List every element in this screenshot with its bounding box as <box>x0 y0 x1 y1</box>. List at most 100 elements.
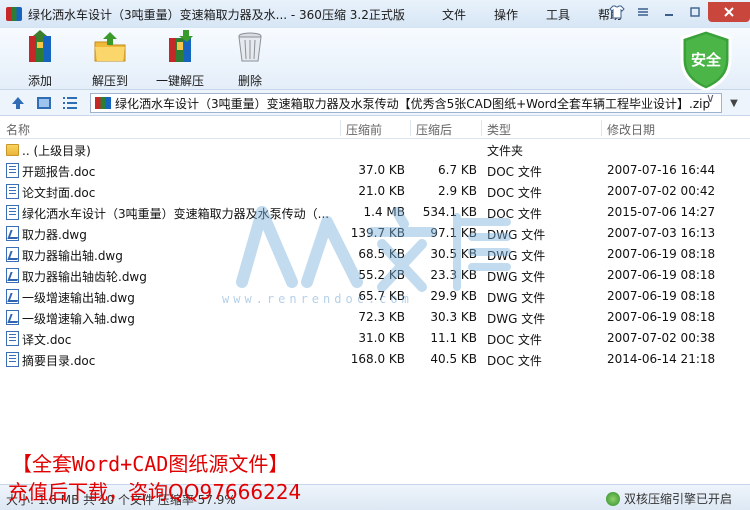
doc-icon <box>6 205 19 220</box>
minimize-button[interactable] <box>656 1 682 23</box>
col-name[interactable]: 名称 <box>6 121 30 138</box>
file-packed-size: 97.1 KB <box>430 226 477 240</box>
address-bar: 绿化洒水车设计（3吨重量）变速箱取力器及水泵传动【优秀含5张CAD图纸+Word… <box>0 90 750 116</box>
doc-icon <box>6 184 19 199</box>
file-date: 2007-06-19 08:18 <box>607 268 716 282</box>
one-click-extract-label: 一键解压 <box>155 74 204 88</box>
file-row[interactable]: 摘要目录.doc 168.0 KB 40.5 KB DOC 文件 2014-06… <box>0 349 750 370</box>
file-size: 168.0 KB <box>350 352 405 366</box>
file-packed-size: 2.9 KB <box>438 184 477 198</box>
file-packed-size: 6.7 KB <box>438 163 477 177</box>
toolbar: 添加 解压到 一键解压 删除 <box>0 28 750 90</box>
window-title: 绿化洒水车设计（3吨重量）变速箱取力器及水... - 360压缩 3.2正式版 <box>28 7 405 22</box>
file-date: 2015-07-06 14:27 <box>607 205 716 219</box>
column-headers: 名称 压缩前 压缩后 类型 修改日期 <box>0 117 750 139</box>
one-click-extract-icon <box>169 30 193 62</box>
large-icon-view-icon[interactable] <box>36 95 52 111</box>
up-arrow-icon[interactable] <box>10 95 26 111</box>
file-name: 一级增速输入轴.dwg <box>22 312 135 326</box>
file-packed-size: 11.1 KB <box>430 331 477 345</box>
file-type: DOC 文件 <box>487 354 542 368</box>
dwg-icon <box>6 289 19 304</box>
file-row[interactable]: 取力器输出轴.dwg 68.5 KB 30.5 KB DWG 文件 2007-0… <box>0 244 750 265</box>
engine-status[interactable]: 双核压缩引擎已开启 <box>605 490 732 507</box>
extract-folder-icon <box>94 32 126 62</box>
file-size: 68.5 KB <box>358 247 405 261</box>
file-size: 55.2 KB <box>358 268 405 282</box>
col-packed[interactable]: 压缩后 <box>416 121 452 138</box>
promo-banner-line1: 【全套Word+CAD图纸源文件】 <box>12 452 289 476</box>
watermark-url: www.renrendoc.com <box>222 292 413 306</box>
file-packed-size: 30.5 KB <box>430 247 477 261</box>
dwg-icon <box>6 247 19 262</box>
file-size: 21.0 KB <box>358 184 405 198</box>
file-name: 论文封面.doc <box>22 186 96 200</box>
file-row[interactable]: 论文封面.doc 21.0 KB 2.9 KB DOC 文件 2007-07-0… <box>0 181 750 202</box>
menu-operate[interactable]: 操作 <box>494 6 546 23</box>
file-row[interactable]: 开题报告.doc 37.0 KB 6.7 KB DOC 文件 2007-07-1… <box>0 160 750 181</box>
file-name: 取力器.dwg <box>22 228 87 242</box>
folder-icon <box>6 144 19 156</box>
file-size: 37.0 KB <box>358 163 405 177</box>
col-divider[interactable] <box>340 120 341 136</box>
file-size: 31.0 KB <box>358 331 405 345</box>
file-type: DWG 文件 <box>487 228 546 242</box>
list-view-icon[interactable] <box>62 95 78 111</box>
security-shield-icon[interactable]: 安全 <box>678 28 734 92</box>
col-type[interactable]: 类型 <box>487 121 511 138</box>
col-compressed[interactable]: 压缩前 <box>346 121 382 138</box>
file-date: 2014-06-14 21:18 <box>607 352 716 366</box>
one-click-extract-button[interactable]: 一键解压 <box>152 30 208 89</box>
security-badge-label: 安全 <box>691 51 722 69</box>
menu-file[interactable]: 文件 <box>442 6 494 23</box>
file-packed-size: 40.5 KB <box>430 352 477 366</box>
file-row[interactable]: .. (上级目录) 文件夹 <box>0 139 750 160</box>
file-type: DOC 文件 <box>487 207 542 221</box>
add-button[interactable]: 添加 <box>18 30 62 89</box>
file-type: DOC 文件 <box>487 165 542 179</box>
path-text: 绿化洒水车设计（3吨重量）变速箱取力器及水泵传动【优秀含5张CAD图纸+Word… <box>115 96 711 111</box>
path-field[interactable]: 绿化洒水车设计（3吨重量）变速箱取力器及水泵传动【优秀含5张CAD图纸+Word… <box>90 93 722 113</box>
file-date: 2007-07-03 16:13 <box>607 226 716 240</box>
file-packed-size: 534.1 KB <box>422 205 477 219</box>
dwg-icon <box>6 268 19 283</box>
col-divider[interactable] <box>601 120 602 136</box>
file-date: 2007-06-19 08:18 <box>607 247 716 261</box>
file-type: DWG 文件 <box>487 270 546 284</box>
file-name: 开题报告.doc <box>22 165 96 179</box>
delete-button[interactable]: 删除 <box>228 30 272 89</box>
engine-status-label: 双核压缩引擎已开启 <box>623 492 732 506</box>
doc-icon <box>6 331 19 346</box>
file-date: 2007-07-16 16:44 <box>607 163 716 177</box>
file-date: 2007-06-19 08:18 <box>607 310 716 324</box>
window-controls <box>604 0 750 24</box>
extract-to-button[interactable]: 解压到 <box>86 30 134 89</box>
path-dropdown-icon[interactable]: ▼ <box>724 94 744 112</box>
add-archive-icon <box>29 30 51 62</box>
col-divider[interactable] <box>481 120 482 136</box>
close-button[interactable] <box>708 2 750 22</box>
dwg-icon <box>6 226 19 241</box>
menu-icon[interactable] <box>630 1 656 23</box>
file-row[interactable]: 译文.doc 31.0 KB 11.1 KB DOC 文件 2007-07-02… <box>0 328 750 349</box>
file-name: 译文.doc <box>22 333 72 347</box>
file-row[interactable]: 取力器.dwg 139.7 KB 97.1 KB DWG 文件 2007-07-… <box>0 223 750 244</box>
col-divider[interactable] <box>410 120 411 136</box>
file-name: 取力器输出轴齿轮.dwg <box>22 270 147 284</box>
file-row[interactable]: 取力器输出轴齿轮.dwg 55.2 KB 23.3 KB DWG 文件 2007… <box>0 265 750 286</box>
file-date: 2007-06-19 08:18 <box>607 289 716 303</box>
file-row[interactable]: 一级增速输入轴.dwg 72.3 KB 30.3 KB DWG 文件 2007-… <box>0 307 750 328</box>
file-type: DOC 文件 <box>487 333 542 347</box>
menu-tools[interactable]: 工具 <box>546 6 598 23</box>
file-row[interactable]: 绿化洒水车设计（3吨重量）变速箱取力器及水泵传动（... 1.4 MB 534.… <box>0 202 750 223</box>
extract-to-label: 解压到 <box>91 74 128 88</box>
file-type: DWG 文件 <box>487 312 546 326</box>
maximize-button[interactable] <box>682 1 708 23</box>
file-name: 取力器输出轴.dwg <box>22 249 123 263</box>
col-modified[interactable]: 修改日期 <box>607 121 655 138</box>
promo-banner-line2: 充值后下载，咨询QQ97666224 <box>8 480 302 504</box>
skin-icon[interactable] <box>604 1 630 23</box>
file-date: 2007-07-02 00:38 <box>607 331 716 345</box>
add-label: 添加 <box>27 74 52 88</box>
file-size: 139.7 KB <box>350 226 405 240</box>
